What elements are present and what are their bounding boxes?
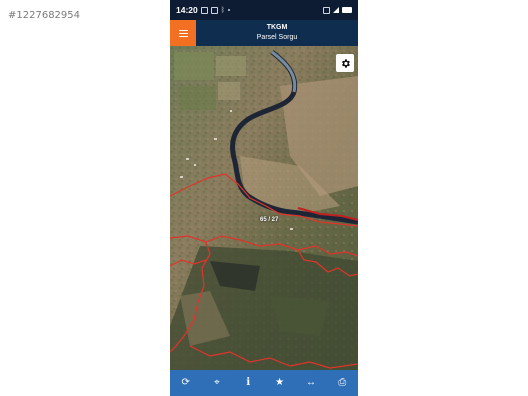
refresh-button[interactable]: ⟳ <box>175 372 197 394</box>
parcel-label: 65 / 27 <box>260 217 279 223</box>
gallery-icon <box>200 6 208 14</box>
measure-icon: ↔ <box>305 377 316 388</box>
watermark: #1227682954 <box>8 10 81 21</box>
star-icon: ★ <box>275 377 285 388</box>
alarm-icon <box>323 6 330 14</box>
settings-button[interactable] <box>336 54 354 72</box>
phone-screen: 14:20 ᛒ TKGM Parsel Sorgu 65 / 27 ⟳ ⌖ i … <box>170 0 358 396</box>
status-bar: 14:20 ᛒ <box>170 0 358 20</box>
map-imagery <box>170 46 358 370</box>
image-icon <box>210 6 218 14</box>
hamburger-icon <box>178 29 188 37</box>
locate-button[interactable]: ⌖ <box>206 372 228 394</box>
gear-icon <box>341 58 350 68</box>
satellite-map[interactable]: 65 / 27 <box>170 46 358 370</box>
status-time: 14:20 <box>176 5 198 15</box>
info-button[interactable]: i <box>237 372 259 394</box>
bluetooth-icon: ᛒ <box>220 6 225 14</box>
signal-icon <box>333 7 339 13</box>
print-icon: ⎙ <box>338 377 347 388</box>
measure-button[interactable]: ↔ <box>300 372 322 394</box>
print-button[interactable]: ⎙ <box>331 372 353 394</box>
bottom-toolbar: ⟳ ⌖ i ★ ↔ ⎙ <box>170 370 358 396</box>
app-bar: TKGM Parsel Sorgu <box>170 20 358 46</box>
dot-icon <box>227 9 230 11</box>
menu-button[interactable] <box>170 20 196 46</box>
refresh-icon: ⟳ <box>181 377 190 388</box>
app-title: TKGM <box>266 24 288 31</box>
app-subtitle: Parsel Sorgu <box>256 34 298 41</box>
info-icon: i <box>246 377 251 388</box>
crosshair-icon: ⌖ <box>214 377 220 388</box>
favorite-button[interactable]: ★ <box>269 372 291 394</box>
battery-icon <box>342 7 352 13</box>
